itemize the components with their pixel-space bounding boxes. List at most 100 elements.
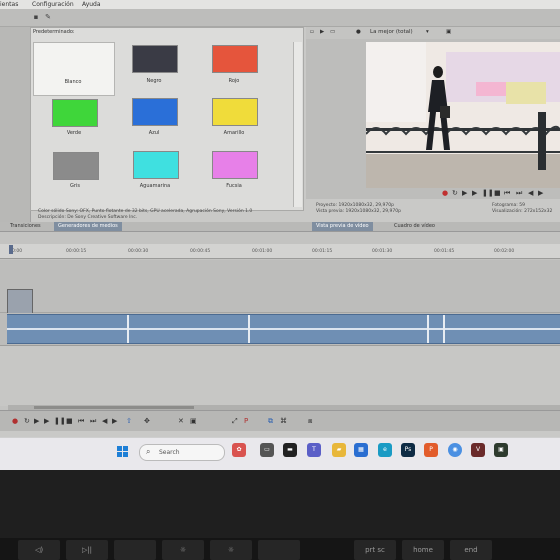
playhead-marker[interactable] xyxy=(9,245,13,254)
swatch-aqua[interactable] xyxy=(133,151,179,179)
go-to-end-icon[interactable]: ⏭ xyxy=(516,189,522,198)
split-icon[interactable]: ⤢ xyxy=(232,417,238,425)
ruler-tick: 00:00:30 xyxy=(128,249,149,254)
snap-icon[interactable]: ⧉ xyxy=(268,417,273,425)
swatch-gray[interactable] xyxy=(53,152,99,180)
clip-edge[interactable] xyxy=(443,315,445,343)
play-from-start-icon[interactable]: ▶ xyxy=(44,417,49,425)
frame-label: Fotograma: xyxy=(492,203,518,208)
stop-icon[interactable]: ■ xyxy=(66,417,73,425)
envelope-tool-icon[interactable]: ✥ xyxy=(144,417,150,425)
delete-icon[interactable]: ✕ xyxy=(178,417,184,425)
tab-media-generators[interactable]: Generadores de medios xyxy=(54,222,122,231)
clip-edge[interactable] xyxy=(248,315,250,343)
swatch-yellow[interactable] xyxy=(212,98,258,126)
edge-icon[interactable]: e xyxy=(378,443,392,457)
swatch-blue[interactable] xyxy=(132,98,178,126)
brightness-down-key: ☼ xyxy=(162,540,204,560)
preview-line: Vista previa: 1920x1080x32, 29,970p xyxy=(316,209,401,215)
menu-item-ayuda[interactable]: Ayuda xyxy=(82,0,101,9)
loop-icon[interactable]: ↻ xyxy=(452,189,458,197)
play-from-start-icon[interactable]: ▶ xyxy=(472,189,477,197)
record-icon[interactable]: ● xyxy=(12,417,18,425)
home-key: home xyxy=(402,540,444,560)
audio-waveform-clip[interactable] xyxy=(7,314,560,344)
preview-scene xyxy=(366,42,560,188)
go-to-end-icon[interactable]: ⏭ xyxy=(90,417,96,425)
windows-start-icon[interactable] xyxy=(117,446,129,458)
go-to-start-icon[interactable]: ⏮ xyxy=(78,417,84,425)
menu-bar: ientas Configuración Ayuda xyxy=(0,0,560,9)
loop-icon[interactable]: ↻ xyxy=(24,417,30,425)
time-ruler[interactable]: 0:00 00:00:15 00:00:30 00:00:45 00:01:00… xyxy=(0,244,560,259)
prev-frame-icon[interactable]: ◀ xyxy=(102,417,107,425)
terminal-icon[interactable]: ▬ xyxy=(283,443,297,457)
go-to-start-icon[interactable]: ⏮ xyxy=(504,189,510,198)
swatch-label: Gris xyxy=(70,183,80,189)
task-view-icon[interactable]: ▭ xyxy=(260,443,274,457)
video-track[interactable] xyxy=(0,260,560,313)
ruler-tick: 00:01:45 xyxy=(434,249,455,254)
play-icon[interactable]: ▶ xyxy=(462,189,467,197)
photoshop-icon[interactable]: Ps xyxy=(401,443,415,457)
swatch-green[interactable] xyxy=(52,99,98,127)
clip-edge[interactable] xyxy=(427,315,429,343)
split-screen-icon[interactable]: ▭ xyxy=(330,29,335,35)
scrollbar-thumb[interactable] xyxy=(34,406,194,409)
swatch-red[interactable] xyxy=(212,45,258,73)
logo-quadrant xyxy=(123,446,128,451)
swatch-black[interactable] xyxy=(132,45,178,73)
taskbar-search[interactable]: ⌕ Search xyxy=(139,444,225,461)
chrome-icon[interactable]: ◉ xyxy=(448,443,462,457)
store-icon[interactable]: ▦ xyxy=(354,443,368,457)
logo-quadrant xyxy=(123,452,128,457)
vegas-icon[interactable]: V xyxy=(471,443,485,457)
auto-ripple-icon[interactable]: ⌘ xyxy=(280,417,287,425)
window-icon[interactable]: ▪ xyxy=(32,13,40,21)
stop-icon[interactable]: ■ xyxy=(494,189,501,197)
swatch-label: Azul xyxy=(148,130,160,136)
snapshot-icon[interactable]: ▣ xyxy=(446,29,451,35)
record-icon[interactable]: ● xyxy=(442,189,448,197)
swatch-fuchsia[interactable] xyxy=(212,151,258,179)
project-label: Proyecto: xyxy=(316,203,338,208)
generator-scrollbar[interactable] xyxy=(293,42,302,207)
lock-icon[interactable]: ⧈ xyxy=(308,417,312,425)
menu-item-herramientas[interactable]: ientas xyxy=(0,0,18,9)
play-pause-key: ▷|| xyxy=(66,540,108,560)
project-value: 1920x1080x32, 29,970p xyxy=(338,203,394,208)
tab-video-preview[interactable]: Vista previa de vídeo xyxy=(312,222,373,231)
marker-icon[interactable]: P xyxy=(244,417,248,425)
powerpoint-icon[interactable]: P xyxy=(424,443,438,457)
clip-edge[interactable] xyxy=(127,315,129,343)
quality-dropdown[interactable]: La mejor (total) xyxy=(370,29,413,35)
brush-icon[interactable]: ✎ xyxy=(44,13,52,21)
swatch-label: Rojo xyxy=(228,78,240,84)
toolbar: ▪ ✎ xyxy=(0,9,560,27)
video-preview-image xyxy=(366,42,560,188)
preset-header: Predeterminado: xyxy=(33,29,75,35)
function-key xyxy=(258,540,300,560)
play-icon[interactable]: ▶ xyxy=(34,417,39,425)
tab-trimmer[interactable]: Cuadro de vídeo xyxy=(390,222,439,231)
app-icon[interactable]: ▣ xyxy=(494,443,508,457)
normal-edit-tool-icon[interactable]: ⇧ xyxy=(126,417,132,425)
next-frame-icon[interactable]: ▶ xyxy=(538,189,543,197)
file-explorer-icon[interactable]: ▰ xyxy=(332,443,346,457)
prev-frame-icon[interactable]: ◀ xyxy=(528,189,533,197)
play-preview-icon[interactable]: ▶ xyxy=(320,29,324,35)
pause-icon[interactable]: ❚❚ xyxy=(482,189,494,197)
pause-icon[interactable]: ❚❚ xyxy=(54,417,66,425)
teams-icon[interactable]: T xyxy=(307,443,321,457)
overlays-icon[interactable]: ● xyxy=(356,29,361,35)
empty-track-area[interactable] xyxy=(0,345,560,406)
tab-transitions[interactable]: Transiciones xyxy=(6,222,45,231)
chevron-down-icon[interactable]: ▾ xyxy=(426,29,429,35)
ruler-tick: 00:01:00 xyxy=(252,249,273,254)
swatch-white[interactable] xyxy=(33,42,115,96)
properties-icon[interactable]: ▫ xyxy=(310,29,314,35)
trim-icon[interactable]: ▣ xyxy=(190,417,197,425)
widgets-icon[interactable]: ✿ xyxy=(232,443,246,457)
menu-item-configuracion[interactable]: Configuración xyxy=(32,0,74,9)
next-frame-icon[interactable]: ▶ xyxy=(112,417,117,425)
